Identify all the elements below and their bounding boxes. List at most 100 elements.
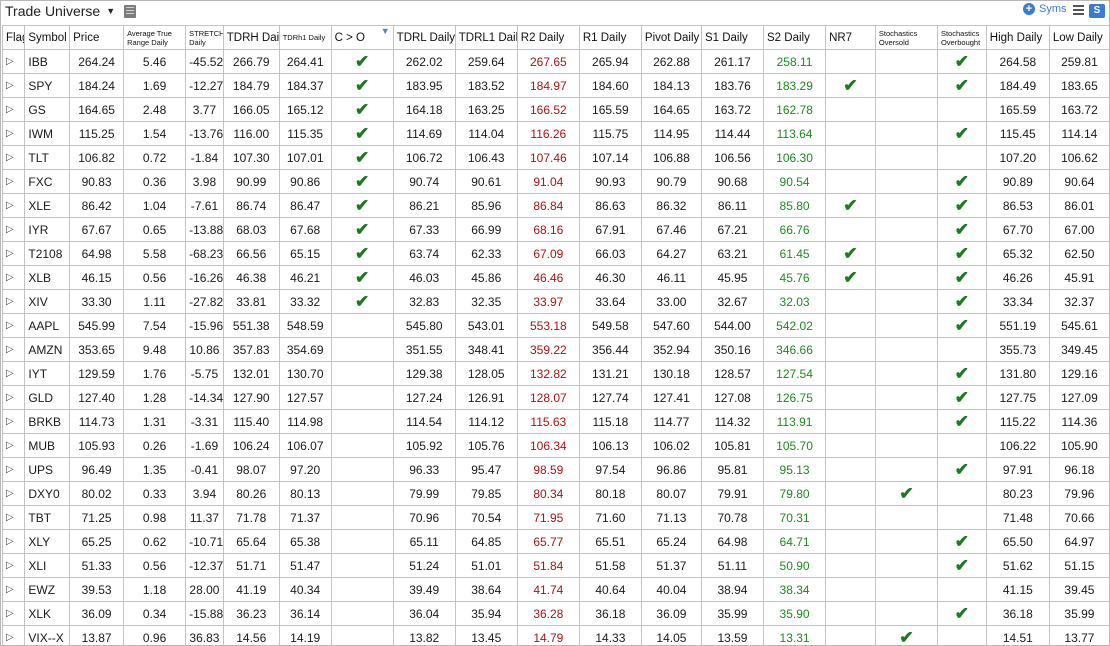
symbol-cell[interactable]: VIX--X [24,625,71,645]
column-header[interactable]: Stochastics Oversold [874,25,938,50]
symbol-cell[interactable]: EWZ [24,577,71,602]
flag-icon[interactable]: ▷ [1,217,26,242]
symbol-cell[interactable]: GLD [24,385,71,410]
flag-icon[interactable]: ▷ [1,337,26,362]
symbol-cell[interactable]: IYT [24,361,71,386]
symbol-cell[interactable]: IBB [24,49,71,74]
table-row[interactable]: ▷ IYR 67.67 0.65 -13.88 68.03 67.68 ✔ 67.33 66.99… [1,217,1109,242]
column-header[interactable]: Symbol [24,25,71,50]
flag-icon[interactable]: ▷ [1,481,26,506]
flag-icon[interactable]: ▷ [1,433,26,458]
symbol-cell[interactable]: GS [24,97,71,122]
column-header[interactable]: High Daily [985,25,1050,50]
table-row[interactable]: ▷ VIX--X 13.87 0.96 36.83 14.56 14.19 13.82 13.4… [1,625,1109,645]
flag-icon[interactable]: ▷ [1,313,26,338]
flag-icon[interactable]: ▷ [1,49,26,74]
symbol-cell[interactable]: XLI [24,553,71,578]
column-header[interactable]: TDRL1 Daily [454,25,518,50]
table-row[interactable]: ▷ BRKB 114.73 1.31 -3.31 115.40 114.98 114.54 11… [1,409,1109,434]
symbol-cell[interactable]: TBT [24,505,71,530]
column-header[interactable]: Average True Range Daily [123,25,187,50]
column-header[interactable]: STRETCH Daily [185,25,224,50]
table-row[interactable]: ▷ AAPL 545.99 7.54 -15.96 551.38 548.59 545.80 5… [1,313,1109,338]
table-row[interactable]: ▷ GS 164.65 2.48 3.77 166.05 165.12 ✔ 164.18 163.… [1,97,1109,122]
symbol-cell[interactable]: XLK [24,601,71,626]
flag-icon[interactable]: ▷ [1,529,26,554]
table-row[interactable]: ▷ XLK 36.09 0.34 -15.88 36.23 36.14 36.04 35.94 3… [1,601,1109,626]
menu-icon[interactable] [1073,5,1084,16]
symbol-cell[interactable]: XLE [24,193,71,218]
column-header[interactable]: S1 Daily [700,25,765,50]
column-header[interactable]: Stochastics Overbought [936,25,987,50]
symbol-cell[interactable]: XIV [24,289,71,314]
table-row[interactable]: ▷ EWZ 39.53 1.18 28.00 41.19 40.34 39.49 38.64 41… [1,577,1109,602]
column-header[interactable]: TDRH Daily [222,25,280,50]
flag-icon[interactable]: ▷ [1,121,26,146]
column-header[interactable]: Price [69,25,125,50]
column-header[interactable]: S2 Daily [762,25,827,50]
symbol-cell[interactable]: IWM [24,121,71,146]
flag-icon[interactable]: ▷ [1,625,26,645]
column-header[interactable]: TDRL Daily [392,25,456,50]
symbol-cell[interactable]: UPS [24,457,71,482]
table-row[interactable]: ▷ SPY 184.24 1.69 -12.27 184.79 184.37 ✔ 183.95 1… [1,73,1109,98]
flag-icon[interactable]: ▷ [1,601,26,626]
flag-icon[interactable]: ▷ [1,457,26,482]
column-header[interactable]: R2 Daily [516,25,580,50]
symbol-cell[interactable]: IYR [24,217,71,242]
watchlist-selector[interactable]: Trade Universe ▼ [5,3,115,19]
column-header[interactable]: Low Daily [1048,25,1109,50]
symbol-cell[interactable]: XLB [24,265,71,290]
flag-icon[interactable]: ▷ [1,97,26,122]
table-row[interactable]: ▷ FXC 90.83 0.36 3.98 90.99 90.86 ✔ 90.74 90.61 91… [1,169,1109,194]
flag-icon[interactable]: ▷ [1,385,26,410]
table-row[interactable]: ▷ XLB 46.15 0.56 -16.26 46.38 46.21 ✔ 46.03 45.86… [1,265,1109,290]
flag-icon[interactable]: ▷ [1,265,26,290]
table-row[interactable]: ▷ XIV 33.30 1.11 -27.82 33.81 33.32 ✔ 32.83 32.35… [1,289,1109,314]
table-row[interactable]: ▷ XLY 65.25 0.62 -10.71 65.64 65.38 65.11 64.85 6… [1,529,1109,554]
flag-icon[interactable]: ▷ [1,361,26,386]
symbol-cell[interactable]: MUB [24,433,71,458]
flag-icon[interactable]: ▷ [1,505,26,530]
grid-view-icon[interactable] [124,5,136,18]
column-header[interactable]: Flag [1,25,26,50]
table-row[interactable]: ▷ T2108 64.98 5.58 -68.23 66.56 65.15 ✔ 63.74 62.… [1,241,1109,266]
table-row[interactable]: ▷ TBT 71.25 0.98 11.37 71.78 71.37 70.96 70.54 71… [1,505,1109,530]
symbol-cell[interactable]: SPY [24,73,71,98]
table-row[interactable]: ▷ UPS 96.49 1.35 -0.41 98.07 97.20 96.33 95.47 98… [1,457,1109,482]
symbol-cell[interactable]: TLT [24,145,71,170]
flag-icon[interactable]: ▷ [1,145,26,170]
flag-icon[interactable]: ▷ [1,169,26,194]
table-row[interactable]: ▷ DXY0 80.02 0.33 3.94 80.26 80.13 79.99 79.85 80… [1,481,1109,506]
flag-icon[interactable]: ▷ [1,193,26,218]
settings-s-button[interactable]: S [1089,4,1105,18]
flag-icon[interactable]: ▷ [1,73,26,98]
symbol-cell[interactable]: XLY [24,529,71,554]
table-row[interactable]: ▷ XLI 51.33 0.56 -12.37 51.71 51.47 51.24 51.01 5… [1,553,1109,578]
column-header[interactable]: R1 Daily [578,25,642,50]
column-header[interactable]: Pivot Daily [640,25,702,50]
table-row[interactable]: ▷ TLT 106.82 0.72 -1.84 107.30 107.01 ✔ 106.72 10… [1,145,1109,170]
symbol-cell[interactable]: AMZN [24,337,71,362]
table-row[interactable]: ▷ AMZN 353.65 9.48 10.86 357.83 354.69 351.55 34… [1,337,1109,362]
table-row[interactable]: ▷ IYT 129.59 1.76 -5.75 132.01 130.70 129.38 128… [1,361,1109,386]
table-row[interactable]: ▷ GLD 127.40 1.28 -14.34 127.90 127.57 127.24 12… [1,385,1109,410]
column-header[interactable]: NR7 [825,25,876,50]
flag-icon[interactable]: ▷ [1,241,26,266]
column-header[interactable]: TDRh1 Daily [278,25,332,50]
flag-icon[interactable]: ▷ [1,577,26,602]
symbol-cell[interactable]: FXC [24,169,71,194]
table-row[interactable]: ▷ IBB 264.24 5.46 -45.52 266.79 264.41 ✔ 262.02 2… [1,49,1109,74]
flag-icon[interactable]: ▷ [1,553,26,578]
table-row[interactable]: ▷ IWM 115.25 1.54 -13.76 116.00 115.35 ✔ 114.69 1… [1,121,1109,146]
symbol-cell[interactable]: T2108 [24,241,71,266]
column-header[interactable]: C > O ▼ [330,25,394,50]
symbol-cell[interactable]: DXY0 [24,481,71,506]
flag-icon[interactable]: ▷ [1,409,26,434]
table-row[interactable]: ▷ XLE 86.42 1.04 -7.61 86.74 86.47 ✔ 86.21 85.96 8… [1,193,1109,218]
table-row[interactable]: ▷ MUB 105.93 0.26 -1.69 106.24 106.07 105.92 105… [1,433,1109,458]
flag-icon[interactable]: ▷ [1,289,26,314]
symbol-cell[interactable]: AAPL [24,313,71,338]
add-symbols-button[interactable]: + Syms [1023,3,1067,15]
symbol-cell[interactable]: BRKB [24,409,71,434]
